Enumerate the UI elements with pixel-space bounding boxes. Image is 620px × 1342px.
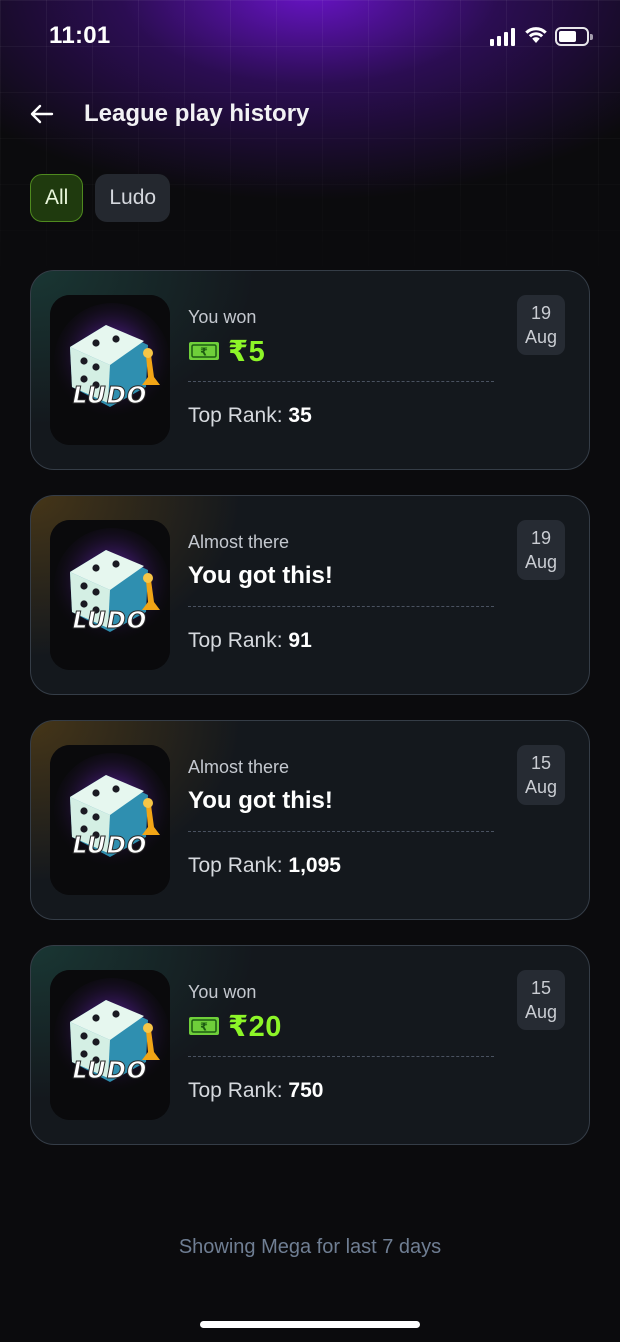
filter-chip-ludo[interactable]: Ludo — [95, 174, 171, 222]
date-day: 19 — [530, 303, 552, 323]
back-arrow-icon[interactable] — [28, 100, 56, 128]
date-month: Aug — [524, 552, 558, 572]
top-rank-value: 1,095 — [288, 854, 341, 877]
header: League play history — [0, 90, 620, 140]
date-month: Aug — [524, 777, 558, 797]
status-bar: 11:01 — [0, 0, 620, 76]
ludo-dice-icon — [50, 745, 170, 895]
result-headline: You won — [188, 982, 257, 1002]
filter-chip-all[interactable]: All — [30, 174, 84, 222]
ludo-logo-text: LUDO — [72, 383, 148, 410]
ludo-game-thumbnail: LUDO — [50, 970, 170, 1120]
prize-amount: ₹5 — [228, 335, 266, 368]
date-day: 15 — [530, 978, 552, 998]
top-rank-value: 35 — [288, 404, 312, 427]
date-badge: 19 Aug — [517, 295, 565, 355]
top-rank-label: Top Rank: — [188, 404, 283, 427]
history-card[interactable]: LUDO You won ₹ ₹20 Top Rank: 750 15 Aug — [30, 945, 590, 1145]
cash-note-icon: ₹ — [189, 1017, 219, 1035]
date-badge: 15 Aug — [517, 970, 565, 1030]
ludo-dice-icon — [50, 970, 170, 1120]
ludo-game-thumbnail: LUDO — [50, 520, 170, 670]
cellular-signal-icon — [490, 26, 515, 46]
ludo-dice-icon — [50, 520, 170, 670]
history-card[interactable]: LUDO Almost there You got this! Top Rank… — [30, 495, 590, 695]
top-rank-label: Top Rank: — [188, 1079, 283, 1102]
history-card[interactable]: LUDO You won ₹ ₹5 Top Rank: 35 19 Aug — [30, 270, 590, 470]
prize-amount: ₹20 — [228, 1010, 282, 1043]
top-rank-label: Top Rank: — [188, 629, 283, 652]
divider — [188, 381, 494, 382]
encouragement-message: You got this! — [188, 562, 333, 589]
date-day: 15 — [530, 753, 552, 773]
top-rank-value: 91 — [288, 629, 312, 652]
ludo-logo-text: LUDO — [72, 1058, 148, 1085]
footer-note: Showing Mega for last 7 days — [178, 1236, 442, 1258]
top-rank: Top Rank: 750 — [188, 1079, 494, 1103]
encouragement-message: You got this! — [188, 787, 333, 814]
top-rank: Top Rank: 1,095 — [188, 854, 494, 878]
result-headline: Almost there — [188, 532, 290, 552]
divider — [188, 831, 494, 832]
home-indicator[interactable] — [200, 1321, 420, 1328]
top-rank: Top Rank: 35 — [188, 404, 494, 428]
divider — [188, 606, 494, 607]
divider — [188, 1056, 494, 1057]
page-title: League play history — [84, 100, 310, 127]
ludo-logo-text: LUDO — [72, 833, 148, 860]
top-rank-value: 750 — [288, 1079, 324, 1102]
ludo-logo-text: LUDO — [72, 608, 148, 635]
history-card[interactable]: LUDO Almost there You got this! Top Rank… — [30, 720, 590, 920]
ludo-game-thumbnail: LUDO — [50, 295, 170, 445]
top-rank-label: Top Rank: — [188, 854, 283, 877]
date-day: 19 — [530, 528, 552, 548]
date-month: Aug — [524, 1002, 558, 1022]
svg-text:₹: ₹ — [200, 346, 208, 359]
cash-note-icon: ₹ — [189, 342, 219, 360]
history-list: LUDO You won ₹ ₹5 Top Rank: 35 19 Aug LU… — [30, 270, 590, 1170]
result-headline: Almost there — [188, 757, 290, 777]
filter-chips: All Ludo — [30, 174, 171, 222]
svg-text:₹: ₹ — [200, 1021, 208, 1034]
result-headline: You won — [188, 307, 257, 327]
wifi-icon — [525, 27, 547, 43]
ludo-dice-icon — [50, 295, 170, 445]
battery-icon — [555, 27, 593, 46]
top-rank: Top Rank: 91 — [188, 629, 494, 653]
date-month: Aug — [524, 327, 558, 347]
date-badge: 19 Aug — [517, 520, 565, 580]
date-badge: 15 Aug — [517, 745, 565, 805]
status-time: 11:01 — [49, 22, 111, 49]
ludo-game-thumbnail: LUDO — [50, 745, 170, 895]
